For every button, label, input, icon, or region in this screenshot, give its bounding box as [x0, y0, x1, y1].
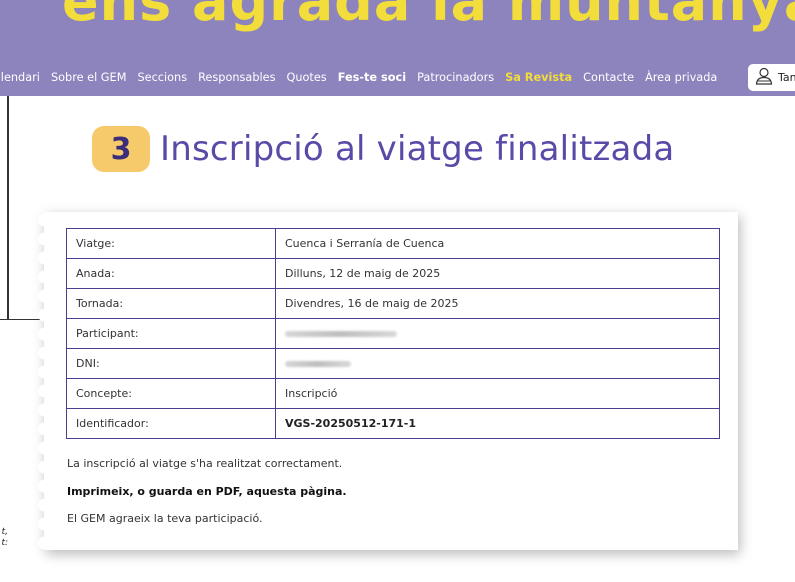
table-row: Identificador: VGS-20250512-171-1 — [66, 408, 720, 439]
page-title: Inscripció al viatge finalitzada — [160, 129, 675, 169]
table-row: DNI: — [66, 348, 720, 379]
row-value-tornada: Divendres, 16 de maig de 2025 — [275, 288, 720, 319]
step-badge: 3 — [92, 126, 150, 172]
logout-button[interactable]: Tancar — [748, 64, 795, 91]
thanks-message: El GEM agraeix la teva participació. — [67, 512, 263, 525]
redacted-dni — [285, 361, 351, 367]
perforated-edge — [36, 212, 52, 550]
user-icon — [754, 66, 774, 90]
logout-button-label: Tancar — [778, 71, 795, 84]
row-value-concepte: Inscripció — [275, 378, 720, 409]
page-heading: 3 Inscripció al viatge finalitzada — [92, 124, 674, 174]
table-row: Viatge: Cuenca i Serranía de Cuenca — [66, 228, 720, 259]
left-divider — [7, 96, 9, 320]
row-value-dni — [275, 348, 720, 379]
left-edge-text: t, t: — [1, 527, 8, 548]
row-label-anada: Anada: — [66, 258, 276, 289]
nav-item-calendari[interactable]: Calendari — [0, 71, 40, 84]
table-row: Concepte: Inscripció — [66, 378, 720, 409]
row-label-identificador: Identificador: — [66, 408, 276, 439]
redacted-participant — [285, 331, 397, 337]
table-row: Participant: — [66, 318, 720, 349]
summary-table: Viatge: Cuenca i Serranía de Cuenca Anad… — [66, 228, 720, 439]
row-value-participant — [275, 318, 720, 349]
nav-item-sobre-el-gem[interactable]: Sobre el GEM — [51, 71, 127, 84]
nav-item-patrocinadors[interactable]: Patrocinadors — [417, 71, 494, 84]
row-label-concepte: Concepte: — [66, 378, 276, 409]
row-label-viatge: Viatge: — [66, 228, 276, 259]
row-label-dni: DNI: — [66, 348, 276, 379]
nav-item-area-privada[interactable]: Àrea privada — [645, 71, 717, 84]
success-message: La inscripció al viatge s'ha realitzat c… — [67, 457, 343, 470]
table-row: Tornada: Divendres, 16 de maig de 2025 — [66, 288, 720, 319]
nav-item-quotes[interactable]: Quotes — [286, 71, 326, 84]
row-value-anada: Dilluns, 12 de maig de 2025 — [275, 258, 720, 289]
nav-item-responsables[interactable]: Responsables — [198, 71, 275, 84]
main-nav: Calendari Sobre el GEM Seccions Responsa… — [0, 58, 795, 96]
nav-item-contacte[interactable]: Contacte — [583, 71, 634, 84]
row-label-tornada: Tornada: — [66, 288, 276, 319]
nav-item-sa-revista[interactable]: Sa Revista — [505, 71, 572, 84]
row-value-identificador: VGS-20250512-171-1 — [275, 408, 720, 439]
table-row: Anada: Dilluns, 12 de maig de 2025 — [66, 258, 720, 289]
row-value-viatge: Cuenca i Serranía de Cuenca — [275, 228, 720, 259]
nav-item-fes-te-soci[interactable]: Fes-te soci — [338, 71, 406, 84]
summary-card: Viatge: Cuenca i Serranía de Cuenca Anad… — [36, 212, 738, 550]
print-instruction: Imprimeix, o guarda en PDF, aquesta pàgi… — [67, 485, 347, 498]
row-label-participant: Participant: — [66, 318, 276, 349]
site-slogan: ens agrada la muntanya — [62, 0, 795, 33]
nav-item-seccions[interactable]: Seccions — [137, 71, 187, 84]
